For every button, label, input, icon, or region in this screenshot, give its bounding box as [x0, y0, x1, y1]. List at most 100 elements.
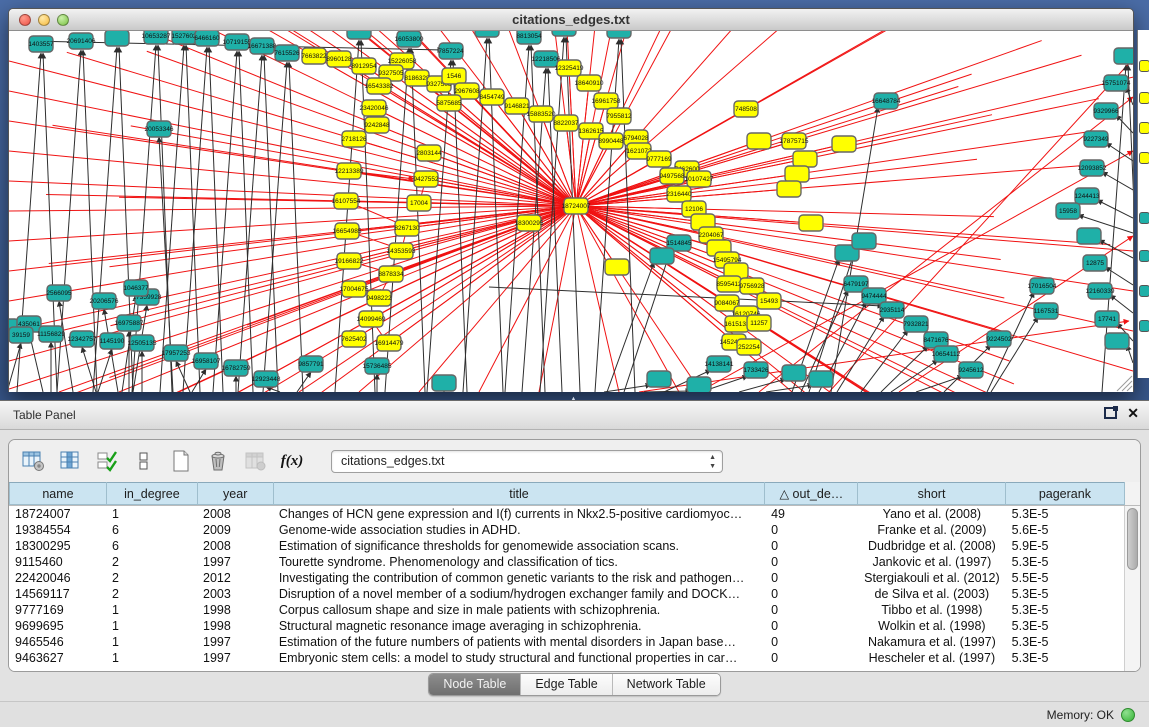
graph-node-teal[interactable]	[552, 31, 576, 36]
table-toolbar: f(x) citations_edges.txt ▲▼	[9, 440, 1140, 482]
graph-node-teal[interactable]	[432, 375, 456, 391]
column-header-out_degree[interactable]: △ out_de…	[765, 483, 858, 505]
table-row[interactable]: 911546021997Tourette syndrome. Phenomeno…	[9, 554, 1125, 570]
table-row[interactable]: 969969511998Structural magnetic resonanc…	[9, 618, 1125, 634]
graph-node-partial	[1139, 250, 1149, 262]
graph-node-label: 9497568	[659, 173, 685, 180]
graph-node-yellow[interactable]	[793, 151, 817, 167]
show-columns-icon[interactable]	[58, 449, 82, 473]
column-header-short[interactable]: short	[858, 483, 1005, 505]
scrollbar-thumb[interactable]	[1127, 508, 1138, 570]
cell-pagerank: 5.3E-5	[1006, 586, 1125, 602]
table-row[interactable]: 977716911998Corpus callosum shape and si…	[9, 602, 1125, 618]
table-row[interactable]: 1938455462009Genome-wide association stu…	[9, 522, 1125, 538]
cell-out_degree: 0	[765, 602, 858, 618]
table-rows-area: 1872400712008Changes of HCN gene express…	[9, 505, 1140, 672]
cell-name: 9115460	[9, 554, 106, 570]
graph-node-teal[interactable]	[1077, 228, 1101, 244]
background-window-sliver	[1137, 30, 1149, 378]
network-window-titlebar[interactable]: citations_edges.txt	[9, 9, 1133, 31]
graph-node-teal[interactable]	[347, 31, 371, 39]
graph-node-label: 8878334	[378, 271, 404, 278]
zoom-window-button[interactable]	[57, 14, 69, 26]
graph-node-teal[interactable]	[607, 31, 631, 38]
graph-node-teal[interactable]	[650, 248, 674, 264]
cell-short: Tibbo et al. (1998)	[858, 602, 1006, 618]
graph-node-label: 8990448	[598, 138, 624, 145]
float-panel-icon[interactable]	[1104, 407, 1117, 419]
table-row[interactable]: 946362711997Embryonic stem cells: a mode…	[9, 650, 1125, 666]
graph-node-teal[interactable]	[1105, 333, 1129, 349]
black-edge	[621, 39, 635, 392]
red-edge	[9, 151, 576, 206]
graph-node-yellow[interactable]	[747, 133, 771, 149]
import-table-icon[interactable]	[243, 449, 267, 473]
tab-node-table[interactable]: Node Table	[429, 674, 520, 695]
memory-ok-indicator[interactable]	[1121, 708, 1135, 722]
table-body: 1872400712008Changes of HCN gene express…	[9, 506, 1125, 666]
row-height-icon[interactable]	[132, 449, 156, 473]
table-selector-dropdown[interactable]: citations_edges.txt ▲▼	[331, 450, 723, 473]
cell-year: 2012	[197, 570, 273, 586]
cell-pagerank: 5.3E-5	[1006, 650, 1125, 666]
cell-in_degree: 1	[106, 602, 197, 618]
graph-node-teal[interactable]	[809, 371, 833, 387]
graph-node-teal[interactable]	[647, 371, 671, 387]
graph-node-label: 16914479	[375, 340, 404, 347]
function-builder-icon[interactable]: f(x)	[280, 449, 304, 473]
status-bar: Memory: OK	[0, 701, 1149, 727]
graph-node-label: 9224502	[986, 336, 1012, 343]
graph-node-teal[interactable]	[687, 377, 711, 392]
cell-year: 1998	[197, 602, 273, 618]
table-row[interactable]: 2242004622012Investigating the contribut…	[9, 570, 1125, 586]
dropdown-stepper-icon: ▲▼	[709, 453, 716, 471]
graph-node-label: 16543382	[365, 83, 394, 90]
table-row[interactable]: 1872400712008Changes of HCN gene express…	[9, 506, 1125, 522]
graph-node-teal[interactable]	[782, 365, 806, 381]
cell-short: Wolkin et al. (1998)	[858, 618, 1006, 634]
cell-in_degree: 1	[106, 634, 197, 650]
black-edge	[264, 55, 278, 392]
table-vertical-scrollbar[interactable]	[1124, 506, 1140, 672]
column-header-pagerank[interactable]: pagerank	[1005, 483, 1124, 505]
table-row[interactable]: 1830029562008Estimation of significance …	[9, 538, 1125, 554]
minimize-window-button[interactable]	[38, 14, 50, 26]
column-header-name[interactable]: name	[10, 483, 107, 505]
cell-title: Disruption of a novel member of a sodium…	[273, 586, 765, 602]
table-mode-icon[interactable]	[21, 449, 45, 473]
graph-node-label: 14138141	[705, 361, 734, 368]
graph-node-yellow[interactable]	[785, 166, 809, 182]
graph-node-yellow[interactable]	[777, 181, 801, 197]
table-row[interactable]: 946554611997Estimation of the future num…	[9, 634, 1125, 650]
graph-node-teal[interactable]	[852, 233, 876, 249]
create-column-icon[interactable]	[169, 449, 193, 473]
black-edge	[766, 385, 813, 392]
table-row[interactable]: 1456911722003Disruption of a novel membe…	[9, 586, 1125, 602]
table-panel-body: f(x) citations_edges.txt ▲▼ namein_degre…	[8, 439, 1141, 672]
cell-out_degree: 0	[765, 554, 858, 570]
delete-column-icon[interactable]	[206, 449, 230, 473]
graph-node-teal[interactable]	[105, 31, 129, 46]
graph-node-yellow[interactable]	[605, 259, 629, 275]
network-view-canvas[interactable]: 1403557206914061065328715276026466160107…	[9, 31, 1133, 392]
graph-node-teal[interactable]	[475, 31, 499, 37]
cell-name: 14569117	[9, 586, 106, 602]
cell-name: 9699695	[9, 618, 106, 634]
close-window-button[interactable]	[19, 14, 31, 26]
tab-network-table[interactable]: Network Table	[612, 674, 720, 695]
table-panel-title: Table Panel	[13, 408, 76, 422]
cell-title: Structural magnetic resonance image aver…	[273, 618, 765, 634]
graph-node-yellow[interactable]	[799, 215, 823, 231]
column-header-year[interactable]: year	[197, 483, 273, 505]
graph-node-teal[interactable]	[1114, 48, 1133, 64]
column-header-title[interactable]: title	[273, 483, 765, 505]
graph-node-label: 12218506	[532, 56, 561, 63]
tab-edge-table[interactable]: Edge Table	[520, 674, 611, 695]
select-columns-icon[interactable]	[95, 449, 119, 473]
column-header-in_degree[interactable]: in_degree	[106, 483, 197, 505]
graph-node-yellow[interactable]	[832, 136, 856, 152]
close-panel-icon[interactable]: ✕	[1127, 407, 1139, 419]
graph-node-label: 2967608	[454, 88, 480, 95]
graph-node-label: 9242848	[364, 122, 390, 129]
graph-node-label: 1733426	[743, 367, 769, 374]
